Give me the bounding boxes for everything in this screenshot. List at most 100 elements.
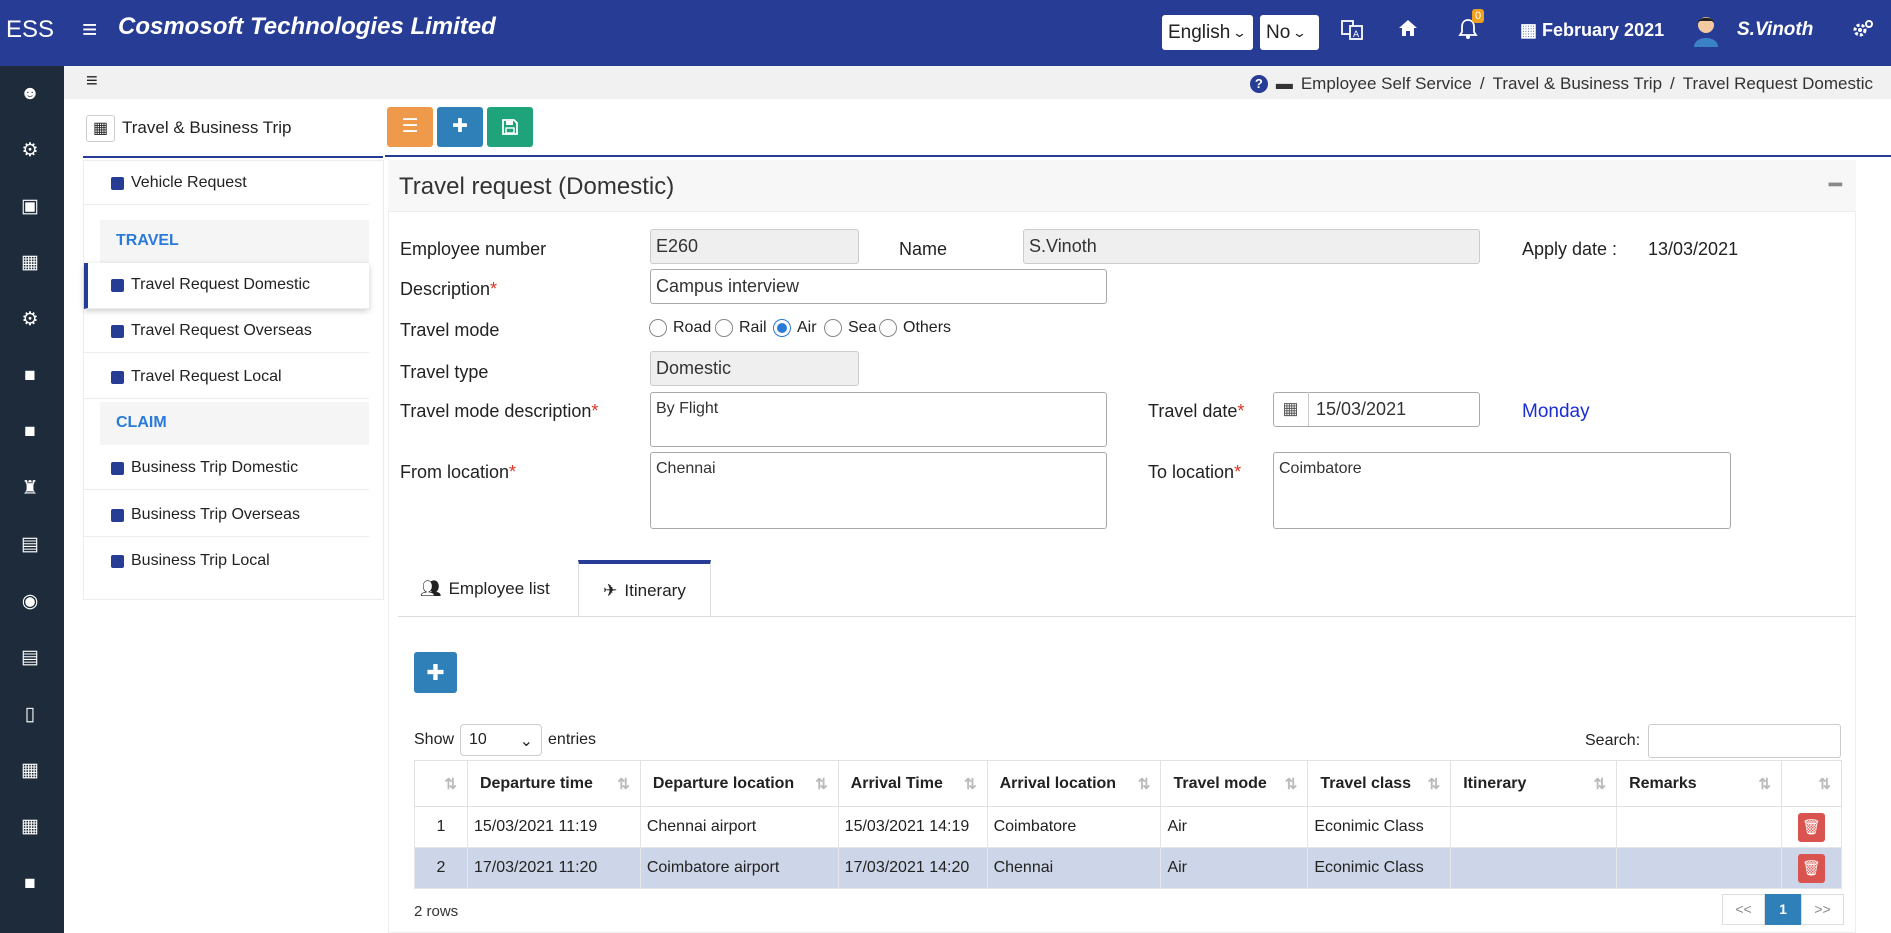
table-row[interactable]: 1 15/03/2021 11:19 Chennai airport 15/03…: [414, 806, 1843, 848]
header-label: Arrival Time: [850, 774, 943, 792]
cogs-icon[interactable]: ⚙: [18, 139, 42, 163]
delete-row-button[interactable]: 🗑︎: [1797, 812, 1825, 842]
currency-icon[interactable]: ◉: [18, 590, 42, 614]
description-field[interactable]: Campus interview: [650, 269, 1107, 304]
sort-icon: ⇅: [444, 776, 457, 793]
column-header[interactable]: Travel class ⇅: [1307, 760, 1452, 807]
employee-number-field[interactable]: E260: [650, 229, 859, 264]
delete-row-button[interactable]: 🗑︎: [1797, 853, 1825, 883]
yes-no-select[interactable]: No ⌄: [1260, 15, 1319, 50]
menu-item-label: Business Trip Overseas: [131, 506, 300, 523]
list-view-button[interactable]: ☰: [387, 107, 433, 147]
sort-icon: ⇅: [1758, 776, 1771, 793]
menu-item-travel-request-domestic[interactable]: Travel Request Domestic: [84, 263, 369, 309]
travel-mode-rail-radio[interactable]: Rail: [715, 319, 767, 337]
period-selector[interactable]: ▦ February 2021: [1520, 20, 1664, 41]
cell-travel-class: Econimic Class: [1307, 806, 1452, 848]
chevron-down-icon: ⌄: [1232, 24, 1248, 40]
menu-item-vehicle-request[interactable]: Vehicle Request: [84, 161, 369, 205]
sort-icon: ⇅: [1593, 776, 1607, 793]
square-icon[interactable]: ■: [18, 420, 42, 444]
to-location-field[interactable]: Coimbatore: [1273, 452, 1731, 529]
square-icon[interactable]: ■: [18, 364, 42, 388]
company-name: Cosmosoft Technologies Limited: [118, 13, 496, 40]
cell-remarks: [1616, 806, 1782, 848]
binoculars-icon[interactable]: ♜: [18, 477, 42, 501]
sort-icon: ⇅: [1137, 776, 1151, 793]
menu-toggle-icon[interactable]: ≡: [82, 14, 97, 45]
breadcrumb-item[interactable]: Employee Self Service: [1301, 74, 1472, 94]
calendar-icon[interactable]: ▦: [18, 815, 42, 839]
app-brand[interactable]: ESS: [6, 16, 54, 44]
header-label: Arrival location: [999, 774, 1117, 792]
square-bullet-icon: [111, 462, 124, 475]
column-header[interactable]: Departure time ⇅: [466, 760, 641, 807]
sort-icon: ⇅: [964, 776, 977, 793]
column-header[interactable]: Itinerary ⇅: [1450, 760, 1618, 807]
travel-type-field[interactable]: Domestic: [650, 351, 859, 386]
column-header[interactable]: Arrival location ⇅: [986, 760, 1162, 807]
help-icon[interactable]: ?: [1249, 75, 1268, 93]
page-1-button[interactable]: 1: [1765, 894, 1801, 925]
travel-mode-air-radio[interactable]: Air: [773, 319, 817, 337]
sort-icon: ⇅: [1427, 776, 1441, 793]
from-location-label: From location*: [400, 462, 516, 483]
travel-mode-description-field[interactable]: By Flight: [650, 392, 1107, 447]
search-input[interactable]: [1648, 724, 1842, 758]
translate-icon[interactable]: A: [1340, 18, 1364, 48]
file-settings-icon[interactable]: ▤: [18, 533, 42, 557]
name-field[interactable]: S.Vinoth: [1023, 229, 1480, 264]
breadcrumb-item[interactable]: Travel & Business Trip: [1493, 74, 1662, 94]
calendar-icon[interactable]: ▦: [1273, 392, 1309, 426]
menu-item-business-trip-local[interactable]: Business Trip Local: [84, 539, 369, 583]
sidebar-toggle-icon[interactable]: ≡: [86, 70, 98, 93]
collapse-icon[interactable]: ━: [1829, 172, 1842, 198]
tab-employee-list[interactable]: 👥︎ Employee list: [420, 560, 550, 617]
square-bullet-icon: [111, 555, 124, 568]
home-icon[interactable]: [1398, 18, 1418, 44]
cell-arrival-location: Chennai: [986, 847, 1162, 889]
menu-item-business-trip-overseas[interactable]: Business Trip Overseas: [84, 493, 369, 537]
travel-mode-sea-radio[interactable]: Sea: [824, 319, 876, 337]
calendar-icon[interactable]: ▦: [18, 251, 42, 275]
travel-mode-others-radio[interactable]: Others: [879, 319, 951, 337]
cell-departure-time: 17/03/2021 11:20: [466, 847, 641, 889]
radio-circle-selected: [773, 319, 791, 337]
menu-item-travel-request-overseas[interactable]: Travel Request Overseas: [84, 309, 369, 353]
column-header[interactable]: Travel mode ⇅: [1160, 760, 1309, 807]
gears-icon[interactable]: ⚙: [18, 308, 42, 332]
calendar-check-icon[interactable]: ▣: [18, 195, 42, 219]
column-header[interactable]: Remarks ⇅: [1616, 760, 1782, 807]
table-row[interactable]: 2 17/03/2021 11:20 Coimbatore airport 17…: [414, 847, 1843, 889]
next-page-button[interactable]: >>: [1801, 894, 1844, 925]
label-text: From location: [400, 462, 510, 482]
column-header[interactable]: Departure location ⇅: [639, 760, 839, 807]
document-icon[interactable]: ▤: [18, 646, 42, 670]
users-settings-icon[interactable]: ☻: [18, 82, 42, 106]
file-icon[interactable]: ▯: [18, 703, 42, 727]
from-location-field[interactable]: Chennai: [650, 452, 1107, 529]
add-button[interactable]: ✚: [437, 107, 483, 147]
column-header[interactable]: Arrival Time ⇅: [837, 760, 988, 807]
travel-mode-road-radio[interactable]: Road: [649, 319, 711, 337]
menu-item-travel-request-local[interactable]: Travel Request Local: [84, 355, 369, 399]
prev-page-button[interactable]: <<: [1722, 894, 1765, 925]
grid-icon[interactable]: ▦: [86, 115, 115, 142]
cell-arrival-time: 17/03/2021 14:20: [837, 847, 988, 889]
language-select[interactable]: English ⌄: [1162, 15, 1253, 50]
page-length-select[interactable]: 10 ⌄: [460, 724, 543, 756]
add-itinerary-button[interactable]: ✚: [414, 652, 457, 693]
column-header-index[interactable]: ⇅: [414, 760, 468, 807]
tab-itinerary[interactable]: ✈︎ Itinerary: [578, 560, 711, 617]
menu-item-business-trip-domestic[interactable]: Business Trip Domestic: [84, 446, 369, 490]
user-name[interactable]: S.Vinoth: [1737, 19, 1813, 41]
square-icon[interactable]: ■: [18, 872, 42, 896]
calendar-icon[interactable]: ▦: [18, 759, 42, 783]
settings-gears-icon[interactable]: [1852, 18, 1874, 46]
column-header-actions[interactable]: ⇅: [1780, 760, 1843, 807]
cell-travel-class: Econimic Class: [1307, 847, 1452, 889]
language-value: English: [1168, 21, 1231, 43]
save-button[interactable]: [487, 107, 533, 147]
avatar[interactable]: [1691, 13, 1721, 49]
cell-itinerary: [1450, 847, 1618, 889]
